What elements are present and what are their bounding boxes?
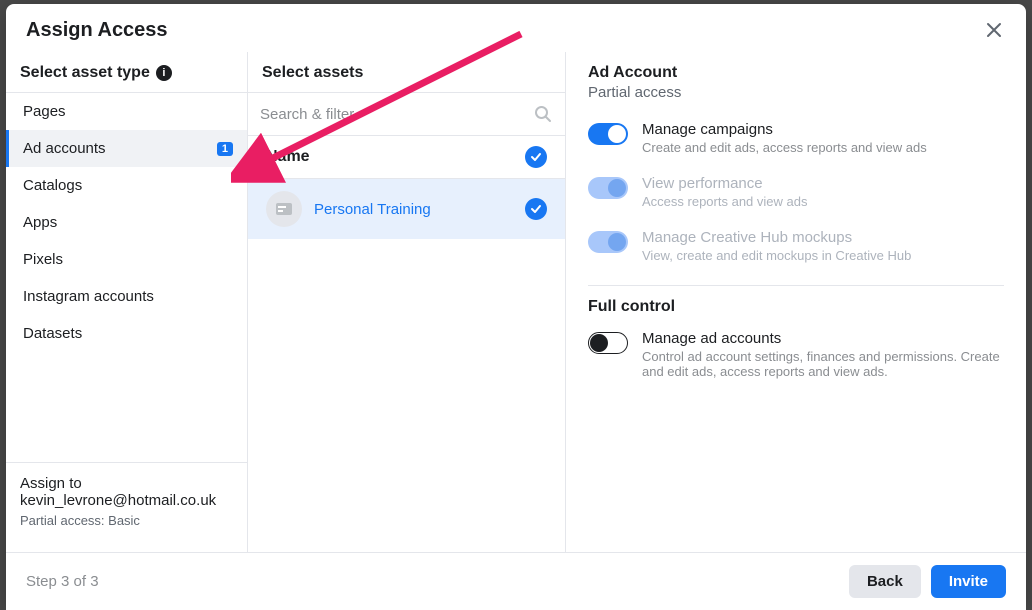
name-header-label: Name [266,148,310,166]
permissions-column: Ad Account Partial access Manage campaig… [566,52,1026,552]
asset-type-label: Datasets [23,325,82,342]
partial-permissions-list: Manage campaigns Create and edit ads, acc… [588,111,1004,273]
modal-title: Assign Access [26,19,168,42]
info-icon[interactable]: i [156,65,172,81]
assets-column: Select assets Name Personal Training [248,52,566,552]
asset-type-item[interactable]: Instagram accounts [6,278,247,315]
permission-desc: Access reports and view ads [642,194,807,209]
permission-desc: View, create and edit mockups in Creativ… [642,248,911,263]
permission-desc: Create and edit ads, access reports and … [642,140,927,155]
search-input[interactable] [260,106,533,123]
full-permissions-list: Manage ad accounts Control ad account set… [588,320,1004,389]
asset-label: Personal Training [314,201,513,218]
toggle-knob [608,179,626,197]
asset-check[interactable] [525,198,547,220]
permission-title: Manage campaigns [642,121,927,138]
asset-row[interactable]: Personal Training [248,179,565,239]
assets-name-header[interactable]: Name [248,136,565,179]
permission-title: View performance [642,175,807,192]
select-all-check[interactable] [525,146,547,168]
divider [588,285,1004,286]
modal-body: Select asset type i Pages Ad accounts 1 Cat… [6,52,1026,552]
permission-toggle [588,177,628,199]
asset-type-item[interactable]: Apps [6,204,247,241]
toggle-knob [608,233,626,251]
assign-to-access: Partial access: Basic [20,513,233,528]
check-icon [530,203,542,215]
permission-row: Manage ad accounts Control ad account set… [588,320,1004,389]
check-icon [530,151,542,163]
asset-list: Personal Training [248,179,565,239]
permission-toggle[interactable] [588,332,628,354]
assign-to-email: kevin_levrone@hotmail.co.uk [20,492,233,509]
ad-account-icon [266,191,302,227]
asset-type-item[interactable]: Pixels [6,241,247,278]
asset-type-column: Select asset type i Pages Ad accounts 1 Cat… [6,52,248,552]
search-icon [533,104,553,124]
asset-type-label: Pages [23,103,66,120]
permission-text: Manage ad accounts Control ad account set… [642,330,1004,379]
modal-header: Assign Access [6,4,1026,52]
full-control-label: Full control [588,298,1004,316]
asset-type-header: Select asset type i [6,52,247,92]
asset-type-item[interactable]: Ad accounts 1 [6,130,247,167]
permission-text: Manage campaigns Create and edit ads, acc… [642,121,927,155]
asset-type-item[interactable]: Catalogs [6,167,247,204]
permission-text: View performance Access reports and view … [642,175,807,209]
permission-desc: Control ad account settings, finances an… [642,349,1004,379]
assign-to-label: Assign to [20,475,233,492]
partial-access-label: Partial access [588,84,1004,101]
asset-type-header-label: Select asset type [20,64,150,82]
assets-header: Select assets [248,52,565,92]
permission-text: Manage Creative Hub mockups View, create … [642,229,911,263]
permission-row: Manage campaigns Create and edit ads, acc… [588,111,1004,165]
asset-type-label: Apps [23,214,57,231]
permission-toggle[interactable] [588,123,628,145]
close-icon [986,22,1002,38]
permission-toggle [588,231,628,253]
asset-type-item[interactable]: Pages [6,93,247,130]
toggle-knob [608,125,626,143]
asset-type-label: Pixels [23,251,63,268]
step-indicator: Step 3 of 3 [26,573,99,590]
permission-title: Manage Creative Hub mockups [642,229,911,246]
asset-type-label: Instagram accounts [23,288,154,305]
toggle-knob [590,334,608,352]
close-button[interactable] [982,18,1006,42]
permission-row: View performance Access reports and view … [588,165,1004,219]
asset-type-label: Ad accounts [23,140,106,157]
asset-type-label: Catalogs [23,177,82,194]
assignee-box: Assign to kevin_levrone@hotmail.co.uk Pa… [6,462,247,552]
modal-footer: Step 3 of 3 Back Invite [6,552,1026,610]
asset-type-item[interactable]: Datasets [6,315,247,352]
permissions-title: Ad Account [588,64,1004,82]
permission-title: Manage ad accounts [642,330,1004,347]
back-button[interactable]: Back [849,565,921,598]
assign-access-modal: Assign Access Select asset type i Pages A… [6,4,1026,610]
asset-type-count-badge: 1 [217,142,233,156]
search-row [248,92,565,136]
asset-type-list: Pages Ad accounts 1 Catalogs Apps Pixels Insta… [6,92,247,352]
permission-row: Manage Creative Hub mockups View, create … [588,219,1004,273]
invite-button[interactable]: Invite [931,565,1006,598]
